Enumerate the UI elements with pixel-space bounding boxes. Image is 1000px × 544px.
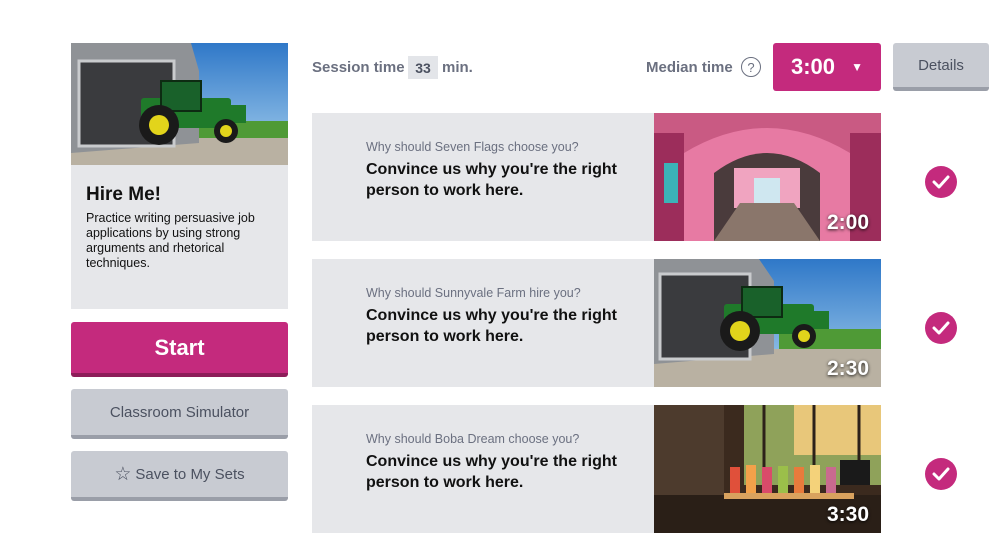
question-circle-icon[interactable]: ? [741, 57, 761, 77]
save-to-my-sets-button[interactable]: ☆ Save to My Sets [71, 451, 288, 501]
prompt-image: 2:00 [654, 113, 881, 241]
activity-description: Practice writing persuasive job applicat… [86, 211, 255, 270]
completed-check-icon [925, 312, 957, 344]
prompt-row[interactable]: Why should Sunnyvale Farm hire you? Conv… [312, 259, 881, 387]
prompt-instruction: Convince us why you're the right person … [366, 453, 617, 491]
completed-check-icon [925, 458, 957, 490]
median-time-value: 3:00 [791, 54, 836, 79]
prompt-text-panel: Why should Sunnyvale Farm hire you? Conv… [312, 259, 654, 387]
completed-check-icon [925, 166, 957, 198]
prompt-image: 2:30 [654, 259, 881, 387]
session-time-value[interactable]: 33 [408, 56, 438, 79]
prompt-row[interactable]: Why should Boba Dream choose you? Convin… [312, 405, 881, 533]
prompt-time: 3:30 [826, 503, 869, 526]
activity-image [71, 43, 288, 165]
prompt-time: 2:30 [826, 357, 869, 380]
details-button[interactable]: Details [893, 43, 989, 91]
classroom-simulator-button[interactable]: Classroom Simulator [71, 389, 288, 439]
median-time-dropdown[interactable]: 3:00 ▼ [773, 43, 881, 91]
start-button[interactable]: Start [71, 322, 288, 377]
prompt-row[interactable]: Why should Seven Flags choose you? Convi… [312, 113, 881, 241]
median-time-label: Median time [646, 59, 733, 76]
star-icon: ☆ [114, 463, 132, 485]
prompt-instruction: Convince us why you're the right person … [366, 161, 617, 199]
chevron-down-icon: ▼ [851, 60, 863, 74]
prompt-image: 3:30 [654, 405, 881, 533]
prompt-time: 2:00 [826, 211, 869, 234]
prompt-question: Why should Boba Dream choose you? [366, 432, 580, 446]
session-time-label: Session time [312, 59, 405, 76]
activity-title: Hire Me! [86, 184, 161, 205]
prompt-text-panel: Why should Boba Dream choose you? Convin… [312, 405, 654, 533]
prompt-question: Why should Seven Flags choose you? [366, 140, 579, 154]
session-time-unit: min. [442, 59, 473, 76]
prompt-question: Why should Sunnyvale Farm hire you? [366, 286, 581, 300]
prompt-text-panel: Why should Seven Flags choose you? Convi… [312, 113, 654, 241]
save-button-label: Save to My Sets [135, 465, 245, 483]
prompt-instruction: Convince us why you're the right person … [366, 307, 617, 345]
activity-card: Hire Me! Practice writing persuasive job… [71, 43, 288, 309]
